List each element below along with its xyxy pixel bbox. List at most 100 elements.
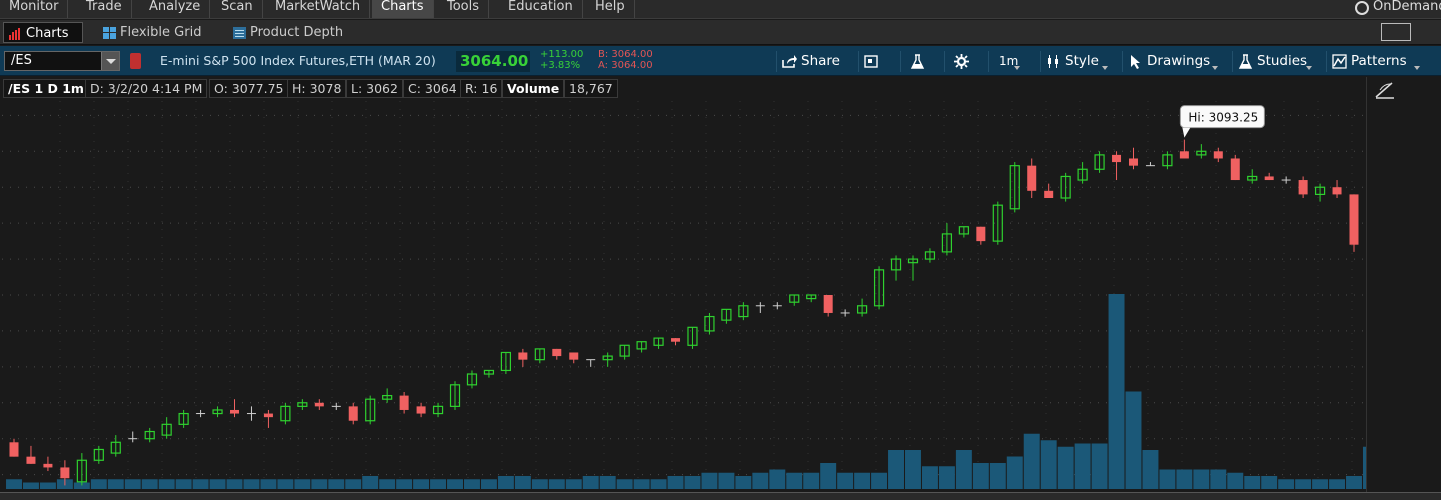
calendar-event-icon [864, 55, 878, 68]
volume-bar [837, 472, 854, 489]
bar-low: L: 3062 [346, 79, 403, 98]
volume-bar [413, 479, 430, 489]
volume-bar [124, 479, 141, 489]
menu-charts[interactable]: Charts [372, 0, 434, 18]
studies-menu[interactable]: Studies [1232, 51, 1316, 72]
timeframe-selector[interactable]: 1m [988, 51, 1026, 72]
share-icon [782, 55, 797, 68]
volume-bar [718, 472, 735, 489]
candle-body [1230, 158, 1240, 181]
volume-bar [463, 479, 480, 489]
volume-bar [396, 479, 413, 489]
menu-marketwatch[interactable]: MarketWatch [266, 0, 371, 18]
last-price: 3064.00 [456, 51, 530, 72]
menu-monitor[interactable]: Monitor [0, 0, 69, 18]
volume-bar [1346, 476, 1362, 489]
chart-toolbar: /ES E-mini S&P 500 Index Futures,ETH (MA… [0, 46, 1441, 76]
volume-bar [1023, 433, 1040, 489]
volume-value: 18,767 [564, 79, 618, 98]
candle-body [416, 406, 426, 414]
tab-product-depth[interactable]: Product Depth [228, 22, 351, 43]
candle-body [1112, 154, 1122, 163]
volume-bar [226, 479, 243, 489]
volume-bar [209, 479, 226, 489]
volume-bar [1312, 479, 1329, 489]
share-label: Share [801, 53, 840, 69]
volume-bar [90, 479, 107, 489]
bottom-status-bar [0, 492, 1441, 500]
hi-marker-label: Hi: 3093.25 [1188, 111, 1258, 125]
flask-icon [910, 54, 925, 69]
ondemand-button[interactable]: OnDemand [1351, 0, 1441, 18]
share-button[interactable]: Share [776, 51, 846, 72]
candle-body [552, 348, 562, 357]
instrument-description: E-mini S&P 500 Index Futures,ETH (MAR 20… [160, 53, 436, 68]
volume-bar [1091, 443, 1108, 489]
depth-icon [233, 27, 246, 39]
menu-trade[interactable]: Trade [77, 0, 132, 18]
volume-bar [6, 479, 22, 489]
bid-ask: B: 3064.00 A: 3064.00 [598, 49, 653, 71]
volume-bar [599, 476, 616, 489]
bar-close: C: 3064 [403, 79, 462, 98]
volume-bar [497, 476, 514, 489]
volume-bar [684, 476, 701, 489]
grid-icon [103, 27, 116, 39]
menu-analyze[interactable]: Analyze [140, 0, 211, 18]
symbol-dropdown-icon[interactable] [101, 52, 119, 70]
candle-body [348, 406, 358, 421]
volume-bar [735, 476, 752, 489]
volume-bar [989, 463, 1006, 489]
tab-charts[interactable]: Charts [3, 22, 83, 43]
volume-bar [158, 479, 175, 489]
volume-bar [243, 479, 260, 489]
style-menu[interactable]: Style [1040, 51, 1112, 72]
bar-open: O: 3077.75 [209, 79, 289, 98]
candle-body [1332, 187, 1342, 195]
volume-bar [1210, 469, 1227, 489]
menu-education[interactable]: Education [499, 0, 583, 18]
price-axis-panel [1366, 77, 1441, 492]
volume-bar [1142, 450, 1159, 489]
volume-bar [1074, 443, 1091, 489]
volume-bar [769, 469, 786, 489]
volume-bar [192, 479, 209, 489]
candle-body [43, 463, 53, 468]
chart-info-bar: /ES 1 D 1m D: 3/2/20 4:14 PM O: 3077.75 … [0, 77, 1366, 99]
window-layout-button[interactable] [1381, 23, 1411, 41]
studies-flask-icon [1238, 54, 1253, 69]
bar-range: R: 16 [460, 79, 503, 98]
volume-bar [430, 479, 447, 489]
ask-price: A: 3064.00 [598, 60, 653, 71]
lab-button[interactable] [900, 51, 934, 72]
volume-bar [1176, 469, 1193, 489]
candle-body [1128, 158, 1138, 166]
volume-bar [1193, 469, 1210, 489]
volume-bar [1295, 479, 1312, 489]
tab-charts-label: Charts [26, 26, 69, 41]
settings-button[interactable] [944, 51, 978, 72]
volume-bar [701, 472, 718, 489]
volume-bar [667, 476, 684, 489]
drawing-tool-icon[interactable] [1374, 80, 1396, 100]
patterns-menu[interactable]: Patterns [1326, 51, 1424, 72]
volume-bar [1227, 472, 1244, 489]
price-chart[interactable]: 3000301030203030304030503060307030803090… [0, 77, 1366, 492]
candle-body [1213, 151, 1223, 159]
candle-body [976, 226, 986, 242]
volume-bar [1159, 469, 1176, 489]
drawings-menu[interactable]: Drawings [1122, 51, 1222, 72]
menu-tools[interactable]: Tools [438, 0, 490, 18]
menu-help[interactable]: Help [586, 0, 635, 18]
events-button[interactable] [858, 51, 888, 72]
volume-bar [871, 472, 888, 489]
candle-body [263, 413, 273, 418]
volume-bar [582, 476, 599, 489]
flag-icon[interactable] [130, 53, 141, 69]
cursor-arrow-icon [1131, 55, 1140, 69]
menu-scan[interactable]: Scan [212, 0, 263, 18]
candle-body [9, 442, 19, 457]
tab-flexible-grid[interactable]: Flexible Grid [98, 22, 209, 43]
volume-bar [311, 479, 328, 489]
symbol-selector[interactable]: /ES [4, 51, 120, 71]
